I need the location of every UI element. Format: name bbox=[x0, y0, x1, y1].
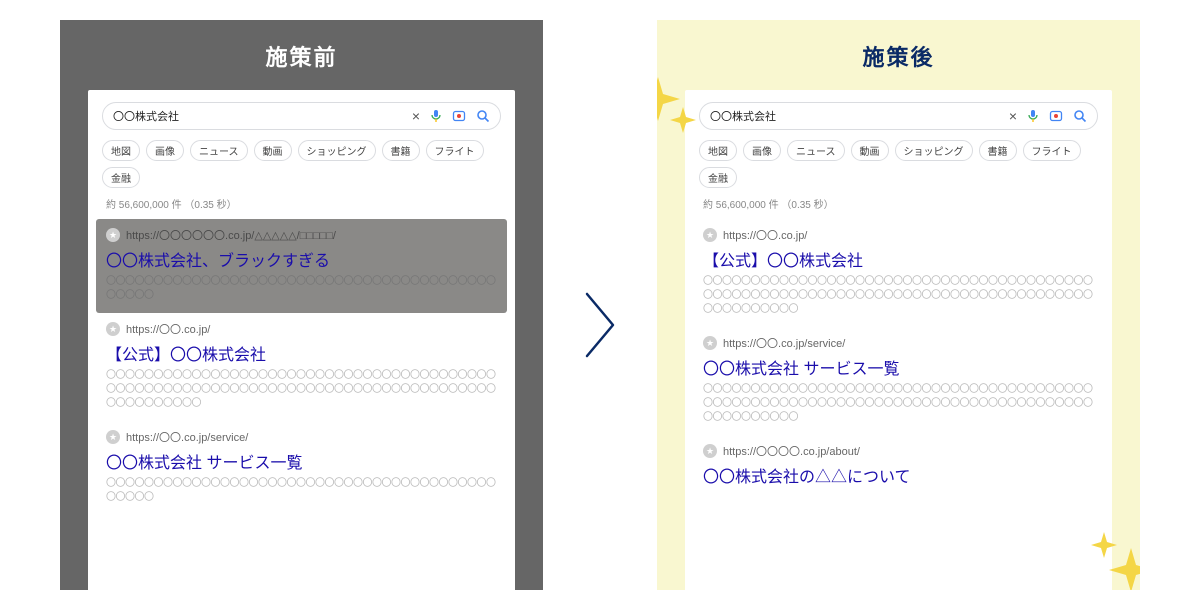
favicon-icon: ★ bbox=[703, 228, 717, 242]
panel-after-title: 施策後 bbox=[685, 40, 1112, 72]
clear-icon[interactable]: × bbox=[1009, 108, 1017, 124]
result-stats: 約 56,600,000 件 （0.35 秒） bbox=[703, 196, 1098, 211]
result-snippet: 〇〇〇〇〇〇〇〇〇〇〇〇〇〇〇〇〇〇〇〇〇〇〇〇〇〇〇〇〇〇〇〇〇〇〇〇〇〇〇〇… bbox=[106, 369, 497, 411]
tab-finance[interactable]: 金融 bbox=[699, 167, 737, 188]
search-icon[interactable] bbox=[476, 109, 490, 123]
result-url: https://〇〇〇〇〇〇.co.jp/△△△△△/□□□□□/ bbox=[126, 227, 336, 243]
favicon-icon: ★ bbox=[106, 322, 120, 336]
tab-news[interactable]: ニュース bbox=[787, 140, 845, 161]
search-result[interactable]: ★ https://〇〇〇〇.co.jp/about/ 〇〇株式会社の△△につい… bbox=[699, 435, 1098, 501]
search-tabs: 地図 画像 ニュース 動画 ショッピング 書籍 フライト 金融 bbox=[102, 140, 501, 188]
search-query: 〇〇株式会社 bbox=[113, 108, 402, 124]
voice-search-icon[interactable] bbox=[1027, 109, 1039, 123]
result-snippet: 〇〇〇〇〇〇〇〇〇〇〇〇〇〇〇〇〇〇〇〇〇〇〇〇〇〇〇〇〇〇〇〇〇〇〇〇〇〇〇〇… bbox=[106, 477, 497, 505]
sparkle-icon bbox=[657, 72, 703, 142]
arrow-icon bbox=[583, 290, 617, 360]
search-icons: × bbox=[1009, 108, 1087, 124]
tab-books[interactable]: 書籍 bbox=[979, 140, 1017, 161]
result-url: https://〇〇.co.jp/service/ bbox=[723, 335, 845, 351]
tab-videos[interactable]: 動画 bbox=[254, 140, 292, 161]
search-icon[interactable] bbox=[1073, 109, 1087, 123]
search-tabs: 地図 画像 ニュース 動画 ショッピング 書籍 フライト 金融 bbox=[699, 140, 1098, 188]
tab-images[interactable]: 画像 bbox=[743, 140, 781, 161]
search-result[interactable]: ★ https://〇〇.co.jp/ 【公式】〇〇株式会社 〇〇〇〇〇〇〇〇〇… bbox=[699, 219, 1098, 327]
result-snippet: 〇〇〇〇〇〇〇〇〇〇〇〇〇〇〇〇〇〇〇〇〇〇〇〇〇〇〇〇〇〇〇〇〇〇〇〇〇〇〇〇… bbox=[703, 383, 1094, 425]
search-icons: × bbox=[412, 108, 490, 124]
result-title[interactable]: 〇〇株式会社の△△について bbox=[703, 463, 1094, 487]
search-query: 〇〇株式会社 bbox=[710, 108, 999, 124]
tab-maps[interactable]: 地図 bbox=[102, 140, 140, 161]
result-title[interactable]: 〇〇株式会社 サービス一覧 bbox=[703, 355, 1094, 379]
tab-flights[interactable]: フライト bbox=[426, 140, 484, 161]
comparison-stage: 施策前 〇〇株式会社 × 地図 bbox=[0, 0, 1200, 610]
favicon-icon: ★ bbox=[106, 430, 120, 444]
search-result-negative[interactable]: ★ https://〇〇〇〇〇〇.co.jp/△△△△△/□□□□□/ 〇〇株式… bbox=[96, 219, 507, 313]
tab-news[interactable]: ニュース bbox=[190, 140, 248, 161]
tab-videos[interactable]: 動画 bbox=[851, 140, 889, 161]
result-url: https://〇〇.co.jp/ bbox=[126, 321, 210, 337]
result-title[interactable]: 〇〇株式会社 サービス一覧 bbox=[106, 449, 497, 473]
image-search-icon[interactable] bbox=[452, 109, 466, 123]
search-result[interactable]: ★ https://〇〇.co.jp/service/ 〇〇株式会社 サービス一… bbox=[102, 421, 501, 515]
result-title[interactable]: 【公式】〇〇株式会社 bbox=[703, 247, 1094, 271]
tab-shopping[interactable]: ショッピング bbox=[298, 140, 376, 161]
tab-finance[interactable]: 金融 bbox=[102, 167, 140, 188]
serp-after: 〇〇株式会社 × 地図 画像 ニュース bbox=[685, 90, 1112, 590]
serp-before: 〇〇株式会社 × 地図 画像 ニュース bbox=[88, 90, 515, 590]
result-title[interactable]: 【公式】〇〇株式会社 bbox=[106, 341, 497, 365]
result-snippet: 〇〇〇〇〇〇〇〇〇〇〇〇〇〇〇〇〇〇〇〇〇〇〇〇〇〇〇〇〇〇〇〇〇〇〇〇〇〇〇〇… bbox=[703, 275, 1094, 317]
panel-after: 施策後 〇〇株式会社 × bbox=[657, 20, 1140, 590]
image-search-icon[interactable] bbox=[1049, 109, 1063, 123]
tab-shopping[interactable]: ショッピング bbox=[895, 140, 973, 161]
tab-maps[interactable]: 地図 bbox=[699, 140, 737, 161]
favicon-icon: ★ bbox=[703, 444, 717, 458]
sparkle-icon bbox=[1086, 530, 1140, 590]
tab-images[interactable]: 画像 bbox=[146, 140, 184, 161]
result-url: https://〇〇.co.jp/service/ bbox=[126, 429, 248, 445]
result-stats: 約 56,600,000 件 （0.35 秒） bbox=[106, 196, 501, 211]
favicon-icon: ★ bbox=[106, 228, 120, 242]
clear-icon[interactable]: × bbox=[412, 108, 420, 124]
search-result[interactable]: ★ https://〇〇.co.jp/service/ 〇〇株式会社 サービス一… bbox=[699, 327, 1098, 435]
result-title[interactable]: 〇〇株式会社、ブラックすぎる bbox=[106, 247, 497, 271]
search-bar[interactable]: 〇〇株式会社 × bbox=[699, 102, 1098, 130]
tab-books[interactable]: 書籍 bbox=[382, 140, 420, 161]
favicon-icon: ★ bbox=[703, 336, 717, 350]
tab-flights[interactable]: フライト bbox=[1023, 140, 1081, 161]
voice-search-icon[interactable] bbox=[430, 109, 442, 123]
panel-before: 施策前 〇〇株式会社 × 地図 bbox=[60, 20, 543, 590]
result-snippet: 〇〇〇〇〇〇〇〇〇〇〇〇〇〇〇〇〇〇〇〇〇〇〇〇〇〇〇〇〇〇〇〇〇〇〇〇〇〇〇〇… bbox=[106, 275, 497, 303]
search-bar[interactable]: 〇〇株式会社 × bbox=[102, 102, 501, 130]
result-url: https://〇〇.co.jp/ bbox=[723, 227, 807, 243]
result-url: https://〇〇〇〇.co.jp/about/ bbox=[723, 443, 860, 459]
search-result[interactable]: ★ https://〇〇.co.jp/ 【公式】〇〇株式会社 〇〇〇〇〇〇〇〇〇… bbox=[102, 313, 501, 421]
panel-before-title: 施策前 bbox=[88, 40, 515, 72]
